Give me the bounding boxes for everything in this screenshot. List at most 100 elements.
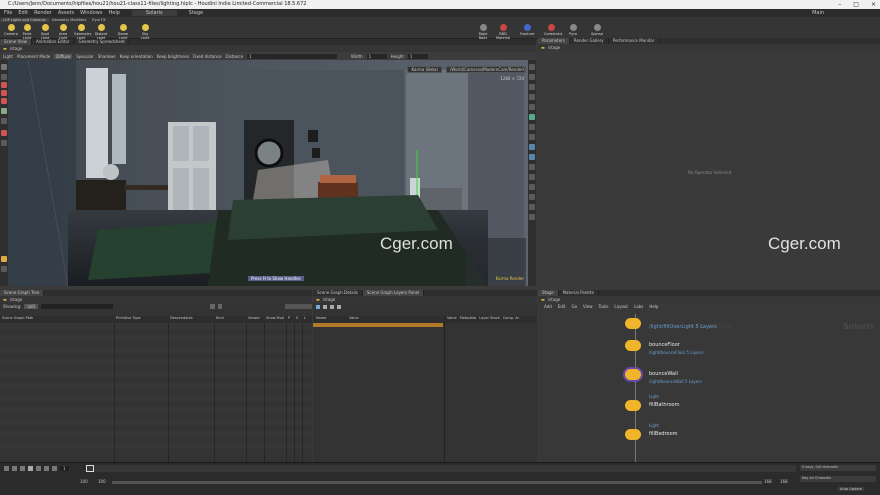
splitter[interactable] <box>444 316 445 462</box>
viewer-path[interactable]: /stage <box>10 46 22 51</box>
tree-search-input[interactable] <box>41 304 114 309</box>
geometry-light-tool[interactable]: Geometry Light <box>74 24 91 40</box>
fixed-distance-toggle[interactable]: Fixed distance <box>193 54 222 59</box>
shelf-tab[interactable]: Pyro FX <box>89 18 108 22</box>
col-kind[interactable]: Kind <box>216 316 224 320</box>
mode-shadows[interactable]: Shadows <box>98 54 116 59</box>
shelf-tab[interactable]: LOP Lights and Cameras <box>0 17 49 22</box>
col-viewer[interactable]: Viewer <box>248 316 260 320</box>
net-menu-labs[interactable]: Labs <box>634 304 643 309</box>
handle-tool-icon[interactable] <box>1 82 7 88</box>
width-field[interactable]: 1 <box>366 53 387 59</box>
filter-icon[interactable] <box>210 304 215 309</box>
rigid-body-tool[interactable]: Rigid Body <box>476 24 490 40</box>
eye-icon[interactable] <box>217 304 223 309</box>
snap-tool-icon[interactable] <box>1 118 7 124</box>
scene-viewport[interactable]: Karma (Beta) /World/Cameras/ModernCam/Re… <box>8 60 528 286</box>
vertex-icon[interactable] <box>529 184 535 190</box>
range-start-field-2[interactable]: 100 <box>98 479 106 484</box>
stage-context[interactable]: Stage <box>189 10 203 16</box>
subtab-value[interactable]: Value <box>447 316 457 323</box>
spot-light-tool[interactable]: Spot Light <box>38 24 52 40</box>
col-path[interactable]: Scene Graph Path <box>2 316 33 320</box>
net-menu-add[interactable]: Add <box>544 304 552 309</box>
pose-tool-icon[interactable] <box>1 90 7 96</box>
range-end-field[interactable]: 168 <box>764 479 772 484</box>
rbd-material-tool[interactable]: RBD Material <box>496 24 510 40</box>
light-tool-icon[interactable] <box>1 98 7 104</box>
node-fill-bathroom[interactable]: fillBathroom Light <box>625 394 680 414</box>
auto-update-button[interactable]: Auto Update <box>838 487 864 491</box>
subtab-layer-stack[interactable]: Layer Stack <box>479 316 500 323</box>
play-reverse-icon[interactable] <box>20 466 25 471</box>
timeline-scrubber[interactable] <box>86 465 796 472</box>
play-icon[interactable] <box>36 466 41 471</box>
select-tool-icon[interactable] <box>1 64 7 70</box>
network-path[interactable]: /stage <box>548 297 560 302</box>
subtab-comp-arcs[interactable]: Comp. Ar <box>503 316 519 323</box>
desktop-selector[interactable]: Solaris <box>131 10 177 16</box>
renderer-menu[interactable]: Karma (Beta) <box>407 66 442 73</box>
playhead[interactable] <box>86 465 94 472</box>
height-field[interactable]: 1 <box>407 53 428 59</box>
net-menu-view[interactable]: View <box>583 304 593 309</box>
next-key-icon[interactable] <box>44 466 49 471</box>
selected-layer-row[interactable] <box>313 323 443 327</box>
area-light-tool[interactable]: Area Light <box>56 24 70 40</box>
keep-brightness-toggle[interactable]: Keep brightness <box>157 54 189 59</box>
pyro-tool[interactable]: Pyro <box>566 24 580 36</box>
close-icon[interactable]: × <box>871 0 876 9</box>
tree-rows[interactable] <box>0 323 312 462</box>
grid-icon[interactable] <box>1 140 7 146</box>
dome-light-tool[interactable]: Dome Light <box>116 24 130 40</box>
keep-orientation-toggle[interactable]: Keep orientation <box>120 54 153 59</box>
warning-icon[interactable] <box>1 256 7 262</box>
wireframe-icon[interactable] <box>529 104 535 110</box>
info-icon[interactable] <box>1 266 7 272</box>
camera-menu[interactable]: /World/Cameras/ModernCam/RenderCam <box>446 66 526 73</box>
shelf-tab[interactable]: Geometry Modifiers <box>49 18 90 22</box>
magnet-icon[interactable] <box>1 130 7 136</box>
snapshot-icon[interactable] <box>529 124 535 130</box>
menu-render[interactable]: Render <box>34 10 52 16</box>
normals-icon[interactable] <box>529 174 535 180</box>
stop-icon[interactable] <box>28 466 33 471</box>
collapse-icon[interactable] <box>323 304 327 309</box>
range-start-field[interactable]: 100 <box>80 479 88 484</box>
current-frame-field[interactable]: 1 <box>60 466 69 471</box>
sky-light-tool[interactable]: Sky Light <box>138 24 152 40</box>
shading-icon[interactable] <box>529 94 535 100</box>
details-path[interactable]: /stage <box>323 297 335 302</box>
col-name[interactable]: Name <box>316 316 326 320</box>
render-icon[interactable] <box>529 114 535 120</box>
col-show-mod[interactable]: Show Mod <box>266 316 284 320</box>
col-prim-type[interactable]: Primitive Type <box>116 316 141 320</box>
distance-field[interactable]: 1 <box>247 53 338 59</box>
tab-material-palette[interactable]: Material Palette <box>559 290 599 296</box>
net-menu-edit[interactable]: Edit <box>558 304 566 309</box>
net-menu-go[interactable]: Go <box>572 304 578 309</box>
list-icon[interactable] <box>330 304 334 309</box>
tab-scene-graph-tree[interactable]: Scene Graph Tree <box>0 290 45 296</box>
tab-scene-graph-layers[interactable]: Scene Graph Layers Panel <box>362 290 425 296</box>
mode-specular[interactable]: Specular <box>76 54 93 59</box>
node-fill-over-light[interactable]: /light/fillOverLight 5 Layers <box>625 318 717 332</box>
first-frame-icon[interactable] <box>4 466 9 471</box>
point-light-tool[interactable]: Point Light <box>20 24 34 40</box>
mode-diffuse[interactable]: Diffuse <box>54 53 73 59</box>
menu-windows[interactable]: Windows <box>80 10 102 16</box>
prev-key-icon[interactable] <box>12 466 17 471</box>
tree-path[interactable]: /stage <box>10 297 22 302</box>
distant-light-tool[interactable]: Distant Light <box>94 24 108 40</box>
node-bounce-wall[interactable]: bounceWall /light/bounceWall 5 Layers <box>625 369 702 384</box>
sparse-tool[interactable]: Sparse <box>590 24 604 36</box>
tab-stage[interactable]: Stage <box>538 290 559 296</box>
net-menu-help[interactable]: Help <box>649 304 658 309</box>
light-icon[interactable] <box>529 84 535 90</box>
display-icon[interactable] <box>529 64 535 70</box>
filter-icon[interactable] <box>337 304 341 309</box>
net-menu-tools[interactable]: Tools <box>599 304 609 309</box>
column-toggles[interactable] <box>285 304 313 309</box>
camera-icon[interactable] <box>529 74 535 80</box>
col-p[interactable]: P <box>288 316 290 320</box>
